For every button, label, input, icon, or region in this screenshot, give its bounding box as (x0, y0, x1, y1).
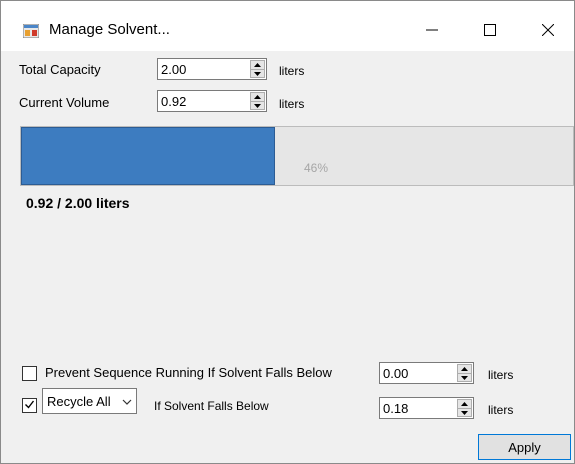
prevent-sequence-label: Prevent Sequence Running If Solvent Fall… (45, 365, 332, 380)
spin-down-icon[interactable] (251, 101, 264, 109)
recycle-threshold-unit: liters (488, 403, 514, 417)
prevent-threshold-value: 0.00 (383, 366, 409, 381)
total-capacity-stepper[interactable]: 2.00 (157, 58, 267, 80)
checkmark-icon (24, 398, 35, 413)
prevent-threshold-unit: liters (488, 368, 514, 382)
current-volume-unit: liters (279, 97, 305, 111)
chevron-down-icon (122, 395, 132, 410)
recycle-threshold-stepper[interactable]: 0.18 (379, 397, 474, 419)
recycle-threshold-label: If Solvent Falls Below (154, 399, 269, 413)
window-title: Manage Solvent... (49, 21, 170, 38)
minimize-icon (426, 24, 438, 39)
spin-up-icon[interactable] (251, 93, 264, 101)
current-volume-spin-buttons[interactable] (250, 92, 265, 110)
total-capacity-value: 2.00 (161, 62, 187, 77)
recycle-mode-value: Recycle All (47, 394, 111, 409)
close-button[interactable] (525, 13, 571, 49)
app-icon (22, 23, 40, 39)
spin-up-icon[interactable] (458, 400, 471, 408)
close-icon (541, 23, 555, 39)
spin-down-icon[interactable] (458, 408, 471, 416)
progress-fill (21, 127, 275, 185)
current-volume-stepper[interactable]: 0.92 (157, 90, 267, 112)
minimize-button[interactable] (409, 13, 455, 49)
manage-solvent-window: Manage Solvent... Total Capacity 2.00 li… (0, 0, 575, 464)
prevent-sequence-checkbox[interactable] (22, 366, 37, 381)
prevent-threshold-spin-buttons[interactable] (457, 364, 472, 382)
total-capacity-spin-buttons[interactable] (250, 60, 265, 78)
maximize-icon (484, 23, 496, 39)
prevent-threshold-stepper[interactable]: 0.00 (379, 362, 474, 384)
spin-down-icon[interactable] (251, 69, 264, 77)
total-capacity-label: Total Capacity (19, 62, 101, 77)
spin-up-icon[interactable] (458, 365, 471, 373)
recycle-threshold-spin-buttons[interactable] (457, 399, 472, 417)
current-volume-value: 0.92 (161, 94, 187, 109)
maximize-button[interactable] (467, 13, 513, 49)
recycle-checkbox[interactable] (22, 398, 37, 413)
volume-summary: 0.92 / 2.00 liters (26, 195, 130, 211)
title-bar: Manage Solvent... (1, 1, 574, 51)
progress-percent-text: 46% (304, 161, 329, 175)
apply-button[interactable]: Apply (478, 434, 571, 460)
total-capacity-unit: liters (279, 64, 305, 78)
spin-down-icon[interactable] (458, 373, 471, 381)
spin-up-icon[interactable] (251, 61, 264, 69)
current-volume-label: Current Volume (19, 95, 110, 110)
solvent-progress-bar: 46% (20, 126, 574, 186)
recycle-mode-select[interactable]: Recycle All (42, 388, 137, 414)
recycle-threshold-value: 0.18 (383, 401, 409, 416)
